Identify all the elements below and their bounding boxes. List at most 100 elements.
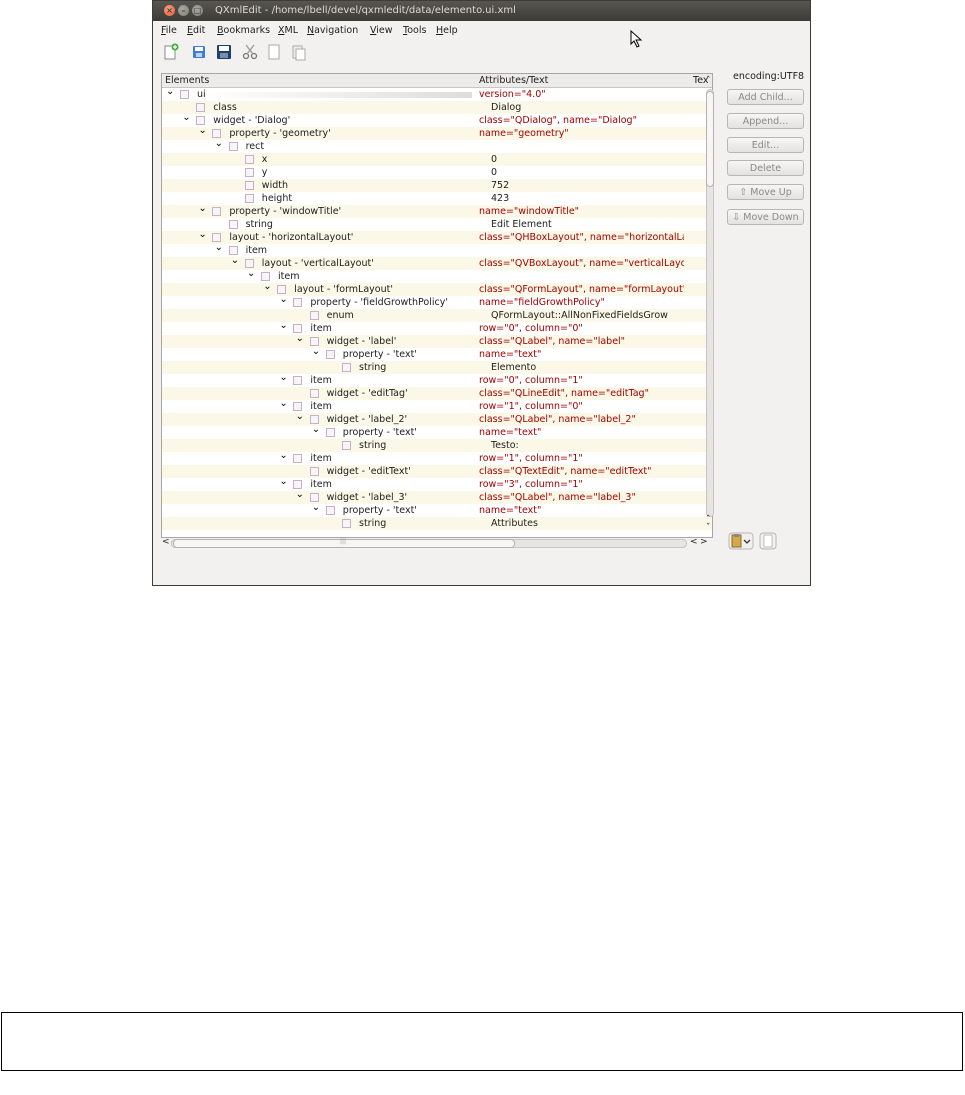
tree-row[interactable]: ⌄ layout - 'verticalLayout' class="QVBoxLa… — [162, 256, 712, 270]
expand-arrow-icon[interactable]: ⌄ — [198, 204, 206, 214]
tree-row[interactable]: string Edit Element — [162, 218, 712, 231]
close-window-button[interactable]: × — [164, 5, 175, 16]
tree-row[interactable]: ⌄ widget - 'Dialog' class="QDialog", name=… — [162, 113, 712, 127]
element-text: Attributes — [491, 518, 538, 529]
tree-row[interactable]: ⌄ item row="3", column="1" — [162, 477, 712, 491]
expand-arrow-icon[interactable]: ⌄ — [263, 282, 271, 292]
tree-row[interactable]: ⌄ property - 'text' name="text" — [162, 347, 712, 361]
tree-row[interactable]: class Dialog — [162, 101, 712, 114]
document-icon[interactable] — [759, 532, 777, 550]
expand-arrow-icon[interactable]: ⌄ — [279, 477, 287, 487]
expand-arrow-icon[interactable]: ⌄ — [296, 412, 304, 422]
tree-row[interactable]: ⌄ property - 'text' name="text" — [162, 425, 712, 439]
expand-arrow-icon[interactable]: ⌄ — [279, 373, 287, 383]
vertical-scroll-thumb[interactable] — [706, 91, 714, 187]
tree-row[interactable]: ⌄ widget - 'label_2' class="QLabel", name=… — [162, 412, 712, 426]
minimize-window-button[interactable]: – — [178, 5, 189, 16]
open-icon[interactable] — [190, 43, 208, 61]
expand-arrow-icon[interactable]: ⌄ — [215, 139, 223, 149]
expand-arrow-icon[interactable]: ⌄ — [312, 503, 320, 513]
new-icon[interactable] — [162, 43, 180, 61]
xml-element-icon — [309, 415, 319, 424]
maximize-window-button[interactable]: □ — [192, 5, 203, 16]
tree-row[interactable]: ⌄ rect — [162, 139, 712, 153]
tree-row[interactable]: y0 — [162, 166, 712, 179]
tree-row[interactable]: ⌄ item row="0", column="0" — [162, 321, 712, 335]
expand-arrow-icon[interactable]: ⌄ — [296, 334, 304, 344]
expand-arrow-icon[interactable]: ⌄ — [247, 269, 255, 279]
tree-row[interactable]: string Attributes — [162, 517, 712, 530]
tree-row[interactable]: ⌄ widget - 'label' class="QLabel", name="l… — [162, 334, 712, 348]
element-attributes: row="3", column="1" — [479, 479, 583, 490]
column-header-attributes[interactable]: Attributes/Text — [479, 75, 548, 86]
horizontal-scroll-thumb[interactable]: ||| — [173, 538, 515, 548]
menu-bookmarks[interactable]: Bookmarks — [217, 25, 270, 36]
xml-element-icon — [244, 259, 254, 268]
tree-row[interactable]: x0 — [162, 153, 712, 166]
tree-row[interactable]: enum QFormLayout::AllNonFixedFieldsGrow — [162, 309, 712, 322]
tree-row[interactable]: height 423 — [162, 192, 712, 205]
tree-row[interactable]: ⌄ property - 'windowTitle' name="windowTit… — [162, 204, 712, 218]
tree-row[interactable]: ⌄ ui version="4.0" — [162, 87, 712, 101]
xml-tree-view[interactable]: Elements Attributes/Text Tex ⌄ ui version=… — [161, 73, 713, 538]
expand-arrow-icon[interactable]: ⌄ — [312, 425, 320, 435]
menu-view[interactable]: View — [370, 25, 393, 36]
tree-row[interactable]: ⌄ widget - 'label_3' class="QLabel", name=… — [162, 490, 712, 504]
column-header-elements[interactable]: Elements — [165, 75, 209, 86]
menu-help[interactable]: Help — [436, 25, 458, 36]
paste-icon[interactable] — [290, 43, 308, 61]
expand-arrow-icon[interactable]: ⌄ — [231, 256, 239, 266]
tree-row[interactable]: ⌄ item — [162, 243, 712, 257]
expand-arrow-icon[interactable]: ⌄ — [215, 243, 223, 253]
tree-row[interactable]: ⌄ property - 'geometry' name="geometry" — [162, 126, 712, 140]
move-down-button[interactable]: ⇩ Move Down — [727, 209, 804, 225]
tree-row[interactable]: width 752 — [162, 179, 712, 192]
expand-arrow-icon[interactable]: ⌄ — [198, 126, 206, 136]
vertical-scrollbar[interactable]: ˆ ˆ ˇ — [702, 76, 716, 534]
tree-row[interactable]: ⌄ item row="1", column="1" — [162, 451, 712, 465]
copy-icon[interactable] — [265, 43, 283, 61]
menu-file[interactable]: File — [161, 25, 177, 36]
tree-row[interactable]: ⌄ property - 'text' name="text" — [162, 503, 712, 517]
menu-tools[interactable]: Tools — [403, 25, 426, 36]
tree-row[interactable]: ⌄ item row="0", column="1" — [162, 373, 712, 387]
scroll-left-icon-2[interactable]: < — [690, 537, 698, 547]
edit-button[interactable]: Edit... — [727, 137, 804, 153]
move-up-button[interactable]: ⇧ Move Up — [727, 184, 804, 200]
scroll-up-icon[interactable]: ˆ — [706, 76, 711, 86]
tree-row[interactable]: ⌄ layout - 'horizontalLayout' class="QHBox… — [162, 230, 712, 244]
scroll-down-icon[interactable]: ˇ — [706, 523, 711, 533]
delete-button[interactable]: Delete — [727, 160, 804, 176]
menu-navigation[interactable]: Navigation — [307, 25, 358, 36]
expand-arrow-icon[interactable]: ⌄ — [279, 295, 287, 305]
clipboard-dropdown-icon[interactable] — [728, 532, 754, 550]
save-icon[interactable] — [215, 43, 233, 61]
append-button[interactable]: Append... — [727, 113, 804, 129]
menu-edit[interactable]: Edit — [187, 25, 205, 36]
expand-arrow-icon[interactable]: ⌄ — [279, 399, 287, 409]
tree-row[interactable]: ⌄ item row="1", column="0" — [162, 399, 712, 413]
tree-row[interactable]: ⌄ property - 'fieldGrowthPolicy' name="fie… — [162, 295, 712, 309]
menu-xml[interactable]: XML — [278, 25, 298, 36]
expand-arrow-icon[interactable]: ⌄ — [279, 451, 287, 461]
expand-arrow-icon[interactable]: ⌄ — [312, 347, 320, 357]
tree-row[interactable]: ⌄ layout - 'formLayout' class="QFormLayout… — [162, 282, 712, 296]
scroll-left-icon[interactable]: < — [162, 537, 170, 547]
expand-arrow-icon[interactable]: ⌄ — [198, 230, 206, 240]
expand-arrow-icon[interactable]: ⌄ — [182, 113, 190, 123]
expand-arrow-icon[interactable]: ⌄ — [296, 490, 304, 500]
button-label: Edit... — [751, 140, 780, 151]
element-label: y — [261, 167, 268, 178]
expand-arrow-icon[interactable]: ⌄ — [279, 321, 287, 331]
tree-row[interactable]: string Testo: — [162, 439, 712, 452]
tree-row[interactable]: string Elemento — [162, 361, 712, 374]
expand-arrow-icon[interactable]: ⌄ — [166, 87, 174, 97]
tree-row[interactable]: ⌄ item — [162, 269, 712, 283]
menu-label-rest: ookmarks — [223, 25, 271, 36]
add-child-button[interactable]: Add Child... — [727, 89, 804, 105]
scroll-right-icon[interactable]: > — [700, 537, 708, 547]
horizontal-scrollbar[interactable]: < ||| < > — [161, 537, 711, 550]
tree-row[interactable]: widget - 'editTag' class="QLineEdit", nam… — [162, 387, 712, 400]
tree-row[interactable]: widget - 'editText' class="QTextEdit", na… — [162, 465, 712, 478]
cut-icon[interactable] — [241, 43, 259, 61]
